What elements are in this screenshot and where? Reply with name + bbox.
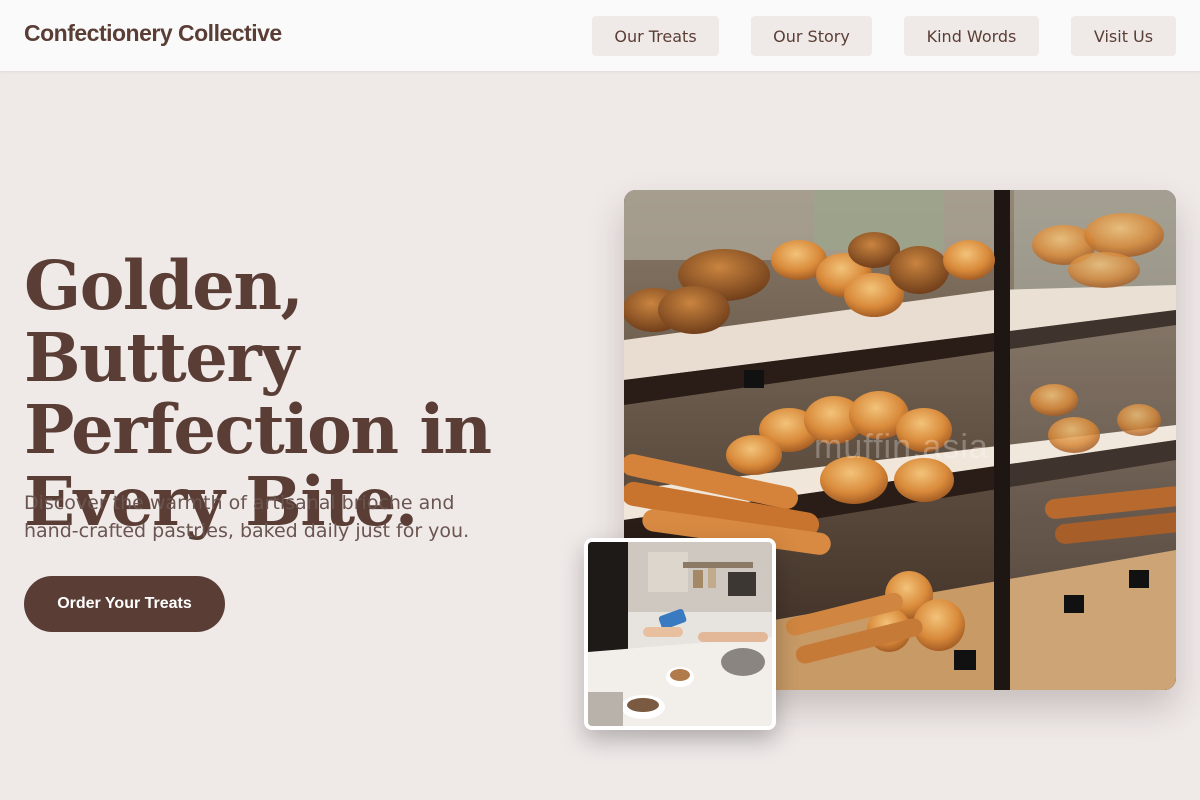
image-watermark-text: muffin.asia [814,428,989,466]
hero-subtext: Discover the warmth of artisanal brioche… [24,492,470,542]
nav-our-story-button[interactable]: Our Story [751,16,872,56]
top-navigation-bar: Confectionery Collective Our Treats Our … [0,0,1200,72]
cafe-counter-illustration [588,542,772,726]
cafe-counter-payment-image [584,538,776,730]
brand-logo-text[interactable]: Confectionery Collective [24,20,282,47]
nav-our-treats-button[interactable]: Our Treats [592,16,719,56]
order-treats-button[interactable]: Order Your Treats [24,576,225,632]
nav-visit-us-button[interactable]: Visit Us [1071,16,1176,56]
nav-kind-words-button[interactable]: Kind Words [904,16,1039,56]
